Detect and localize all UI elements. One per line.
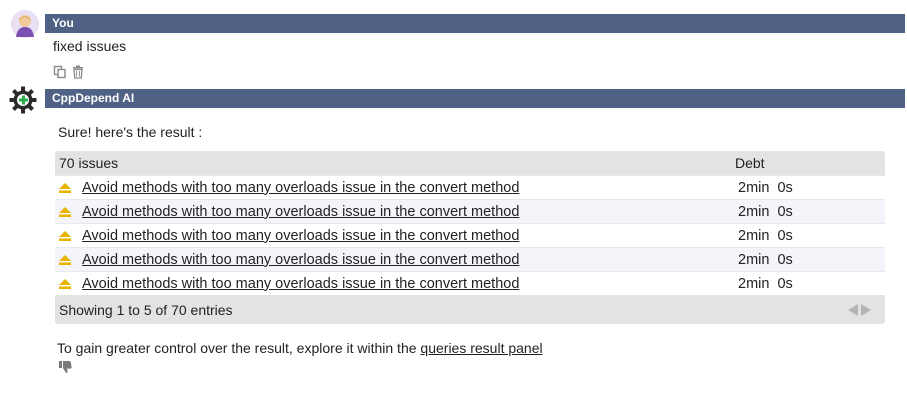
issue-link[interactable]: Avoid methods with too many overloads is… — [82, 276, 519, 292]
results-table: 70 issues Debt Avoid methods with too ma… — [55, 151, 885, 324]
debt-value: 2min 0s — [738, 275, 793, 292]
user-name: You — [52, 16, 74, 30]
copy-icon[interactable] — [53, 65, 67, 79]
issue-link[interactable]: Avoid methods with too many overloads is… — [82, 228, 519, 244]
gear-plus-icon — [9, 86, 37, 114]
warning-icon — [59, 182, 71, 193]
thumbs-down-icon[interactable] — [58, 360, 72, 374]
header-debt[interactable]: Debt — [735, 155, 885, 171]
trash-icon[interactable] — [71, 65, 85, 79]
debt-value: 2min 0s — [738, 179, 793, 196]
assistant-outro: To gain greater control over the result,… — [57, 340, 543, 356]
debt-value: 2min 0s — [738, 203, 793, 220]
warning-icon — [59, 206, 71, 217]
assistant-header-bar: CppDepend AI — [45, 89, 905, 108]
assistant-intro: Sure! here's the result : — [58, 124, 203, 140]
table-header: 70 issues Debt — [55, 151, 885, 175]
debt-value: 2min 0s — [738, 251, 793, 268]
previous-page-icon[interactable] — [847, 303, 859, 317]
queries-result-panel-link[interactable]: queries result panel — [420, 340, 542, 356]
issue-link[interactable]: Avoid methods with too many overloads is… — [82, 252, 519, 268]
table-row: Avoid methods with too many overloads is… — [55, 271, 885, 295]
debt-value: 2min 0s — [738, 227, 793, 244]
table-footer: Showing 1 to 5 of 70 entries — [55, 295, 885, 324]
table-row: Avoid methods with too many overloads is… — [55, 175, 885, 199]
assistant-name: CppDepend AI — [52, 91, 135, 105]
user-avatar-icon — [11, 10, 39, 38]
next-page-icon[interactable] — [860, 303, 872, 317]
table-row: Avoid methods with too many overloads is… — [55, 199, 885, 223]
table-row: Avoid methods with too many overloads is… — [55, 223, 885, 247]
outro-text: To gain greater control over the result,… — [57, 340, 421, 356]
entries-info: Showing 1 to 5 of 70 entries — [59, 301, 233, 318]
table-row: Avoid methods with too many overloads is… — [55, 247, 885, 271]
pagination — [847, 303, 872, 317]
user-header-bar: You — [45, 14, 905, 33]
header-issues[interactable]: 70 issues — [55, 155, 735, 171]
warning-icon — [59, 278, 71, 289]
issue-link[interactable]: Avoid methods with too many overloads is… — [82, 180, 519, 196]
user-message: fixed issues — [53, 38, 127, 54]
issue-link[interactable]: Avoid methods with too many overloads is… — [82, 204, 519, 220]
warning-icon — [59, 230, 71, 241]
warning-icon — [59, 254, 71, 265]
message-actions — [53, 65, 85, 79]
